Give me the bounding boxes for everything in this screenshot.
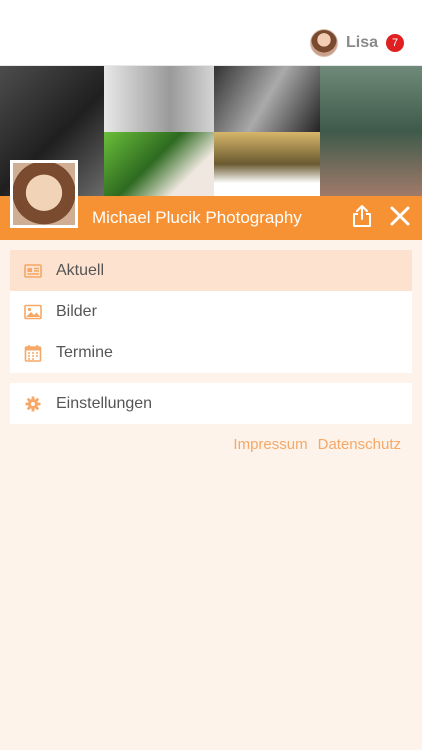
page-title: Michael Plucik Photography bbox=[92, 208, 302, 227]
close-icon[interactable] bbox=[389, 205, 411, 227]
user-profile[interactable]: Lisa 7 bbox=[309, 28, 404, 58]
calendar-icon bbox=[24, 344, 42, 362]
cover-photo bbox=[214, 132, 320, 196]
menu-item-label: Bilder bbox=[56, 302, 97, 320]
menu-item-label: Einstellungen bbox=[56, 394, 153, 412]
notification-badge[interactable]: 7 bbox=[386, 34, 404, 52]
profile-picture bbox=[10, 160, 78, 228]
menu-item-label: Aktuell bbox=[56, 261, 105, 279]
cover-photo bbox=[320, 66, 422, 196]
cover-photo bbox=[104, 132, 214, 196]
user-name[interactable]: Lisa bbox=[346, 34, 378, 52]
user-avatar[interactable] bbox=[309, 29, 338, 57]
menu-item-aktuell[interactable]: Aktuell bbox=[10, 250, 412, 291]
cover-photo bbox=[214, 66, 320, 132]
footer-links: Impressum Datenschutz bbox=[233, 436, 401, 453]
datenschutz-link[interactable]: Datenschutz bbox=[318, 436, 401, 453]
impressum-link[interactable]: Impressum bbox=[233, 436, 307, 453]
image-icon bbox=[24, 304, 42, 319]
menu-item-einstellungen[interactable]: Einstellungen bbox=[10, 383, 412, 424]
gear-icon bbox=[25, 396, 41, 411]
settings-menu: Einstellungen bbox=[10, 383, 412, 424]
menu-item-termine[interactable]: Termine bbox=[10, 332, 412, 373]
menu-item-label: Termine bbox=[56, 343, 113, 361]
newspaper-icon bbox=[24, 263, 42, 278]
menu-item-bilder[interactable]: Bilder bbox=[10, 291, 412, 332]
top-bar: Lisa 7 bbox=[0, 0, 422, 66]
cover-photo bbox=[104, 66, 214, 132]
share-icon[interactable] bbox=[351, 204, 373, 228]
main-menu: Aktuell Bilder Termine bbox=[10, 250, 412, 373]
